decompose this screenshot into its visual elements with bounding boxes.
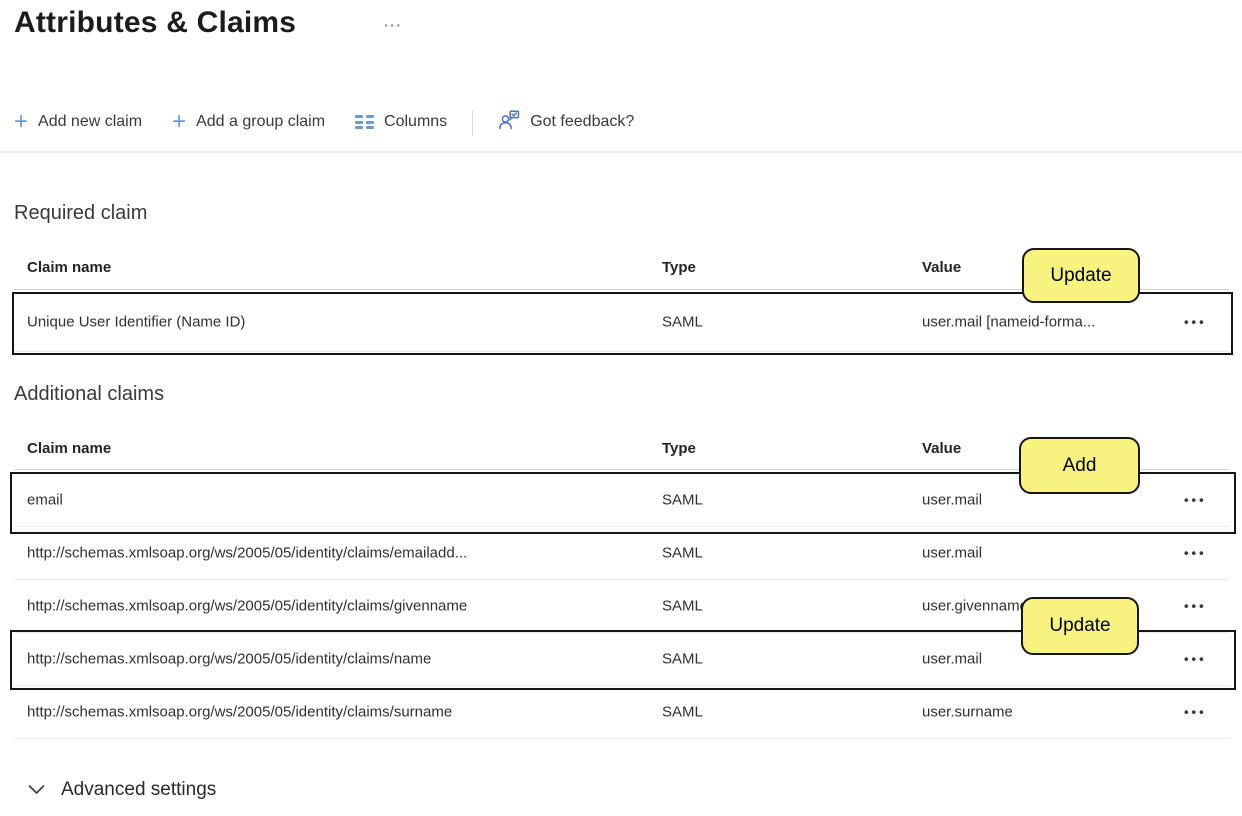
claim-name-cell: http://schemas.xmlsoap.org/ws/2005/05/id… (27, 597, 468, 614)
table-row[interactable]: http://schemas.xmlsoap.org/ws/2005/05/id… (14, 685, 1229, 739)
required-col-type: Type (662, 259, 696, 276)
ellipsis-icon: ••• (1184, 598, 1207, 613)
row-menu-button[interactable]: ••• (1178, 593, 1213, 618)
columns-label: Columns (384, 113, 448, 130)
table-row[interactable]: http://schemas.xmlsoap.org/ws/2005/05/id… (14, 526, 1229, 580)
ellipsis-icon: ••• (1184, 314, 1207, 329)
required-header-rule (14, 289, 1229, 290)
type-cell: SAML (662, 703, 703, 720)
additional-header-rule (14, 469, 1229, 470)
row-menu-button[interactable]: ••• (1178, 699, 1213, 724)
row-menu-button[interactable]: ••• (1178, 487, 1213, 512)
got-feedback-label: Got feedback? (530, 113, 635, 130)
ellipsis-icon: ••• (1184, 545, 1207, 560)
plus-icon: + (14, 108, 29, 135)
type-cell: SAML (662, 491, 703, 508)
value-cell: user.mail [nameid-forma... (922, 313, 1096, 330)
required-claim-heading: Required claim (14, 202, 148, 224)
advanced-settings-label: Advanced settings (61, 779, 217, 800)
page-title: Attributes & Claims (14, 6, 297, 39)
table-row[interactable]: http://schemas.xmlsoap.org/ws/2005/05/id… (14, 579, 1229, 633)
type-cell: SAML (662, 313, 703, 330)
claim-name-cell: http://schemas.xmlsoap.org/ws/2005/05/id… (27, 650, 432, 667)
value-cell: user.givenname (922, 597, 1028, 614)
add-new-claim-button[interactable]: + Add new claim (14, 108, 157, 135)
add-new-claim-label: Add new claim (38, 113, 143, 130)
value-cell: user.mail (922, 544, 983, 561)
columns-icon (355, 115, 375, 129)
row-menu-button[interactable]: ••• (1178, 309, 1213, 334)
ellipsis-icon: ••• (1184, 492, 1207, 507)
table-row[interactable]: email SAML user.mail ••• (14, 473, 1229, 527)
feedback-icon (498, 109, 520, 135)
value-cell: user.mail (922, 491, 983, 508)
additional-claims-heading: Additional claims (14, 383, 165, 405)
value-cell: user.surname (922, 703, 1013, 720)
attributes-claims-page: Attributes & Claims ··· + Add new claim … (0, 0, 1242, 816)
type-cell: SAML (662, 650, 703, 667)
title-more-menu[interactable]: ··· (384, 17, 403, 33)
ellipsis-icon: ••• (1184, 704, 1207, 719)
additional-col-value: Value (922, 440, 962, 457)
claim-name-cell: Unique User Identifier (Name ID) (27, 313, 246, 330)
toolbar-divider (472, 109, 474, 135)
chevron-down-icon (28, 779, 45, 801)
claim-name-cell: http://schemas.xmlsoap.org/ws/2005/05/id… (27, 703, 453, 720)
plus-icon: + (172, 108, 187, 135)
claim-name-cell: email (27, 491, 63, 508)
row-menu-button[interactable]: ••• (1178, 646, 1213, 671)
add-group-claim-label: Add a group claim (196, 113, 326, 130)
table-row[interactable]: Unique User Identifier (Name ID) SAML us… (14, 292, 1229, 352)
got-feedback-button[interactable]: Got feedback? (483, 109, 649, 135)
table-row[interactable]: http://schemas.xmlsoap.org/ws/2005/05/id… (14, 632, 1229, 686)
required-col-claim-name: Claim name (27, 259, 112, 276)
toolbar-divider-line (0, 151, 1242, 153)
value-cell: user.mail (922, 650, 983, 667)
additional-col-claim-name: Claim name (27, 440, 112, 457)
row-menu-button[interactable]: ••• (1178, 540, 1213, 565)
command-bar: + Add new claim + Add a group claim Colu… (14, 102, 649, 142)
add-group-claim-button[interactable]: + Add a group claim (157, 108, 340, 135)
type-cell: SAML (662, 597, 703, 614)
columns-button[interactable]: Columns (340, 113, 462, 131)
type-cell: SAML (662, 544, 703, 561)
ellipsis-icon: ••• (1184, 651, 1207, 666)
additional-col-type: Type (662, 440, 696, 457)
required-col-value: Value (922, 259, 962, 276)
advanced-settings-expander[interactable]: Advanced settings (28, 779, 216, 801)
claim-name-cell: http://schemas.xmlsoap.org/ws/2005/05/id… (27, 544, 468, 561)
